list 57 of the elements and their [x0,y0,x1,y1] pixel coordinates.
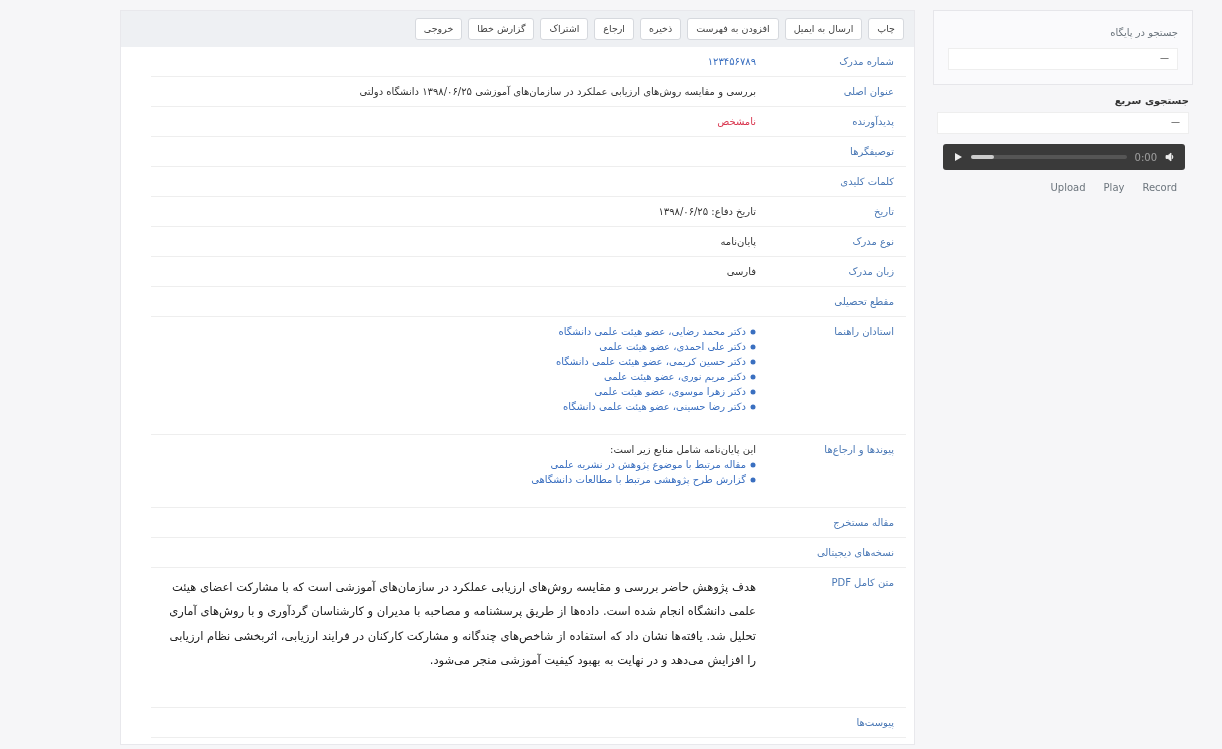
volume-icon[interactable] [1165,152,1175,162]
toolbar-button[interactable]: اشتراک [540,18,589,41]
abstract-text: هدف پژوهش حاضر بررسی و مقایسه روش‌های ارزیابی عملکرد در سازمان‌های آموزشی است که با مشارکت اعضای هیئت علمی دانشگاه انجام شده است. داده‌ها از طریق پرسشنامه و مصاحبه با مدیران و کارشناسان گردآوری و با روش‌های آماری تحلیل شد. یافته‌ها نشان داد که استفاده از شاخص‌های چندگانه و مشارکت کارکنان در فرایند ارزیابی، اثربخشی نظام ارزیابی را افزایش می‌دهد و در نهایت به بهبود کیفیت آموزشی منجر می‌شود. [168,579,756,670]
field-label: زبان مدرک [847,265,895,280]
toolbar-button[interactable]: گزارش خطا [468,18,535,41]
bullet-icon [750,373,756,380]
bullet-icon [750,388,756,395]
bullet-icon [750,343,756,350]
field-label: پیوست‌ها [855,716,895,731]
list-link[interactable]: دکتر زهرا موسوی، عضو هیئت علمی [594,384,746,400]
toolbar-button[interactable]: افزودن به فهرست [687,18,779,41]
field-label: پدیدآورنده [851,114,895,130]
list-link[interactable]: دکتر حسین کریمی، عضو هیئت علمی دانشگاه [555,354,746,370]
field-label: کلمات کلیدی [839,175,895,190]
list-link[interactable]: مقاله مرتبط با موضوع پژوهش در نشریه علمی [550,457,746,473]
toolbar-button[interactable]: ارجاع [594,18,634,41]
input-field[interactable]: — [948,48,1178,70]
bullet-icon [750,476,756,483]
field-label: مقاله مستخرج [832,516,895,531]
toolbar-button[interactable]: ذخیره [640,18,682,41]
toolbar-button[interactable]: چاپ [868,18,904,41]
player-link[interactable]: Record [1142,180,1177,195]
field-value: تاریخ دفاع: ۱۳۹۸/۰۶/۲۵ [658,206,756,218]
field-value: این پایان‌نامه شامل منابع زیر است: [609,443,756,458]
list-link[interactable]: دکتر رضا حسینی، عضو هیئت علمی دانشگاه [563,399,746,415]
list-link[interactable]: دکتر محمد رضایی، عضو هیئت علمی دانشگاه [558,324,746,340]
toolbar-button[interactable]: ارسال به ایمیل [784,18,863,41]
field-label: مقطع تحصیلی [833,295,895,310]
player-link[interactable]: Play [1103,180,1125,195]
search-label: جستجوی سریع [1113,94,1189,108]
time-readout: 0:00 [1134,150,1157,165]
field-label: توصیفگرها [849,145,895,160]
bullet-icon [750,403,756,410]
list-link[interactable]: دکتر علی احمدی، عضو هیئت علمی [599,339,746,355]
panel-label: جستجو در پایگاه [1109,26,1178,40]
field-label: پیوندها و ارجاع‌ها [823,443,895,458]
field-label: متن کامل PDF [830,576,895,591]
field-label: عنوان اصلی [842,85,895,100]
field-label: نوع مدرک [851,235,895,250]
play-icon[interactable] [953,152,963,162]
field-value: بررسی و مقایسه روش‌های ارزیابی عملکرد در سازمان‌های آموزشی ۱۳۹۸/۰۶/۲۵ دانشگاه دولتی [359,86,756,98]
field-value: فارسی [726,266,756,278]
bullet-icon [750,328,756,335]
search-field[interactable]: — [937,112,1189,134]
field-value: نامشخص [717,116,756,128]
record-link[interactable]: ۱۲۳۴۵۶۷۸۹ [707,56,756,68]
list-link[interactable]: گزارش طرح پژوهشی مرتبط با مطالعات دانشگاهی [531,472,746,488]
field-label: نسخه‌های دیجیتالی [816,546,895,561]
field-label: استادان راهنما [833,325,895,340]
field-label: تاریخ [873,205,895,220]
bullet-icon [750,358,756,365]
list-link[interactable]: دکتر مریم نوری، عضو هیئت علمی [603,369,746,385]
field-label: شماره مدرک [838,55,895,70]
player-link[interactable]: Upload [1050,180,1086,195]
toolbar-button[interactable]: خروجی [414,18,463,41]
bullet-icon [750,461,756,468]
field-value: پایان‌نامه [720,236,756,248]
